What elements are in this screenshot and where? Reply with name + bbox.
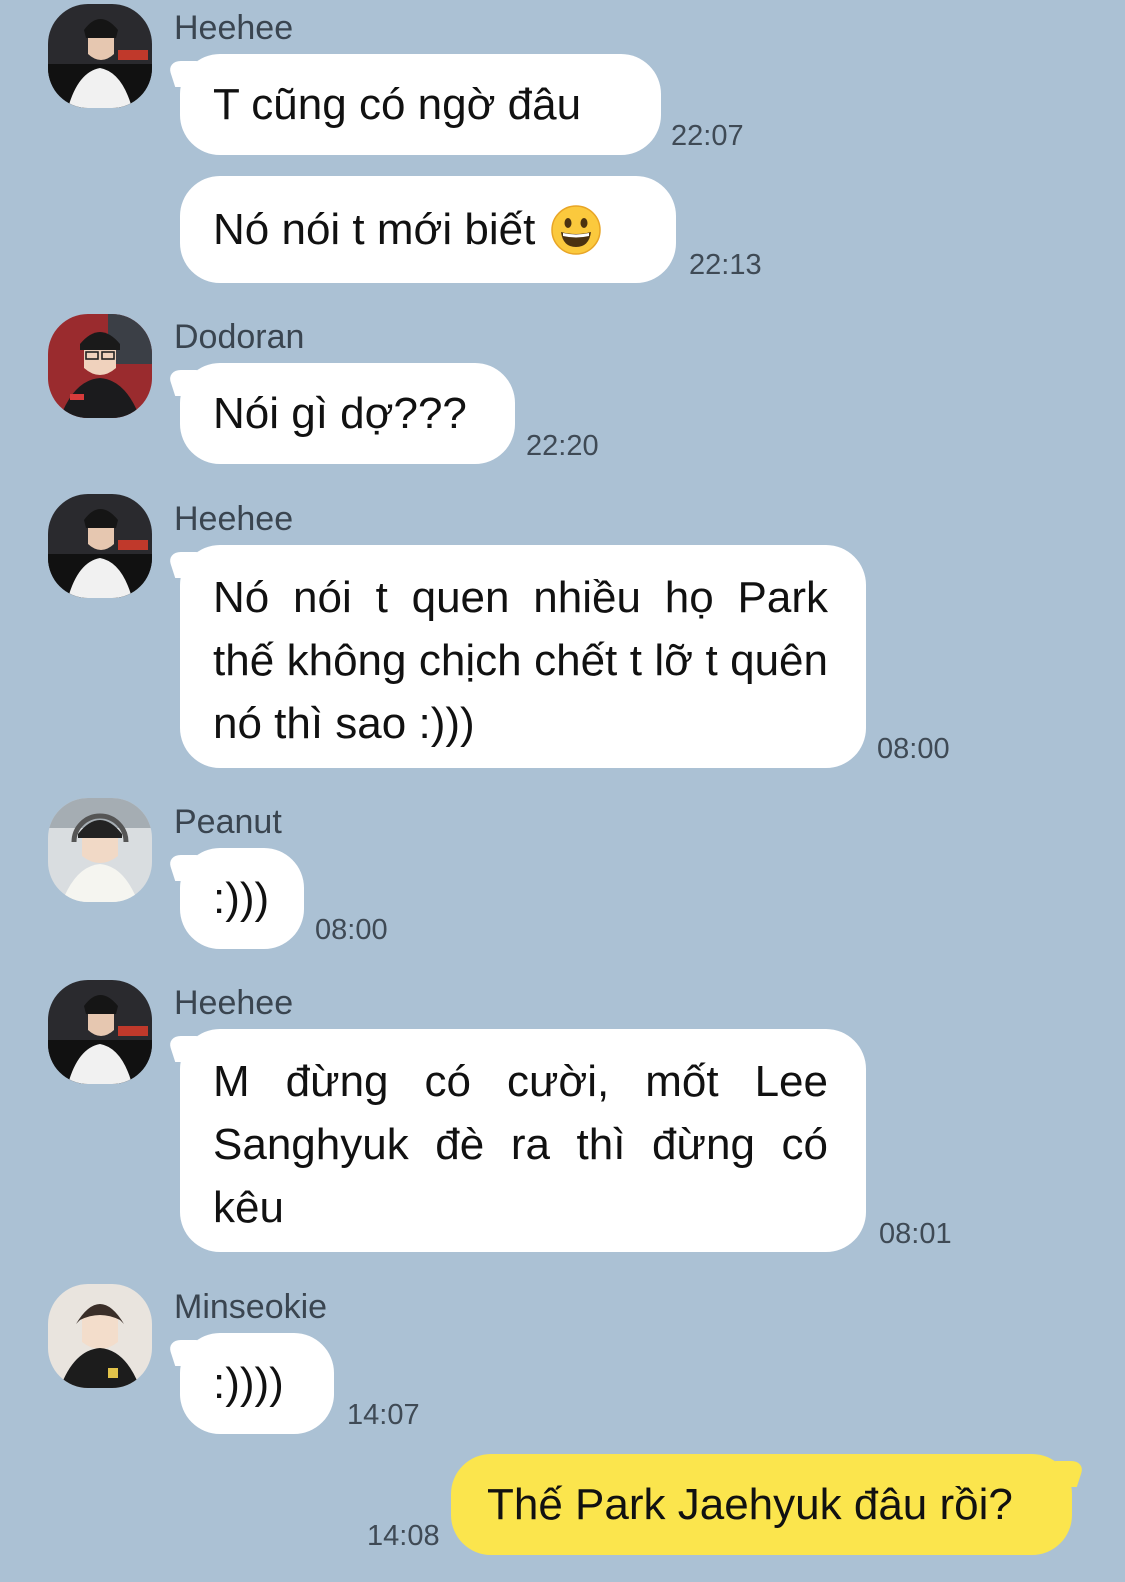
message-text: :))) — [213, 873, 270, 923]
sender-name: Minseokie — [174, 1288, 328, 1326]
message-time: 14:08 — [367, 1520, 440, 1552]
avatar-peanut[interactable] — [48, 798, 152, 902]
sender-name: Heehee — [174, 9, 294, 47]
message-text: Nó nói t quen nhiều họ Park thế không ch… — [213, 573, 828, 748]
avatar-heehee[interactable] — [48, 980, 152, 1084]
message-time: 08:01 — [879, 1218, 952, 1250]
message-time: 08:00 — [877, 733, 950, 765]
message-time: 14:07 — [347, 1399, 420, 1431]
message-text: Nói gì dợ??? — [213, 388, 467, 438]
message-bubble[interactable]: Nó nói t mới biết — [180, 176, 676, 283]
avatar-heehee[interactable] — [48, 4, 152, 108]
my-message-bubble[interactable]: Thế Park Jaehyuk đâu rồi? — [451, 1454, 1072, 1555]
sender-name: Peanut — [174, 803, 282, 841]
message-text: Nó nói t mới biết — [213, 204, 536, 254]
message-bubble[interactable]: Nói gì dợ??? — [180, 363, 515, 464]
message-time: 22:07 — [671, 120, 744, 152]
message-bubble[interactable]: :)))) — [180, 1333, 334, 1434]
avatar-dodoran[interactable] — [48, 314, 152, 418]
message-text: :)))) — [213, 1358, 284, 1408]
message-bubble[interactable]: T cũng có ngờ đâu — [180, 54, 661, 155]
message-text: T cũng có ngờ đâu — [213, 79, 582, 129]
sender-name: Dodoran — [174, 318, 305, 356]
message-bubble[interactable]: M đừng có cười, mốt Lee Sanghyuk đè ra t… — [180, 1029, 866, 1252]
sender-name: Heehee — [174, 500, 294, 538]
sender-name: Heehee — [174, 984, 294, 1022]
message-text: M đừng có cười, mốt Lee Sanghyuk đè ra t… — [213, 1057, 828, 1232]
message-time: 22:13 — [689, 249, 762, 281]
avatar-heehee[interactable] — [48, 494, 152, 598]
message-bubble[interactable]: Nó nói t quen nhiều họ Park thế không ch… — [180, 545, 866, 768]
message-text: Thế Park Jaehyuk đâu rồi? — [487, 1479, 1013, 1529]
grinning-face-emoji — [551, 204, 602, 255]
message-time: 08:00 — [315, 914, 388, 946]
message-time: 22:20 — [526, 430, 599, 462]
message-bubble[interactable]: :))) — [180, 848, 304, 949]
avatar-minseokie[interactable] — [48, 1284, 152, 1388]
